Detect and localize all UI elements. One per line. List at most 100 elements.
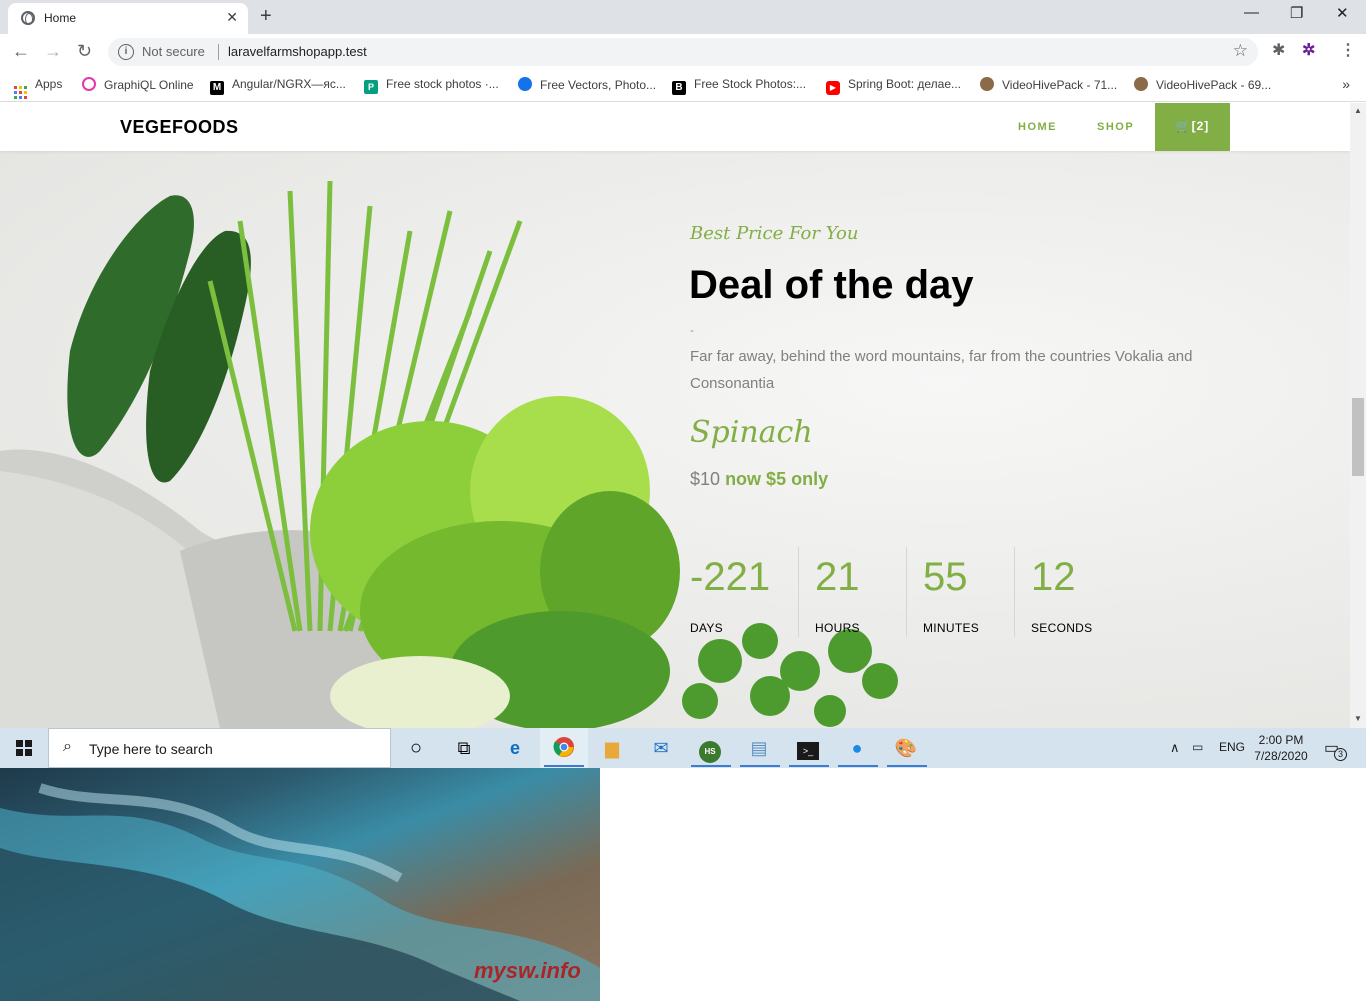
bookmark-label: Free stock photos ·...: [386, 77, 499, 91]
countdown-hours-value: 21: [815, 555, 860, 599]
postgresql-elephant-icon[interactable]: ●: [845, 736, 869, 760]
bookmark-label: Free Vectors, Photo...: [540, 78, 657, 92]
countdown-seconds-label: SECONDS: [1031, 621, 1093, 635]
price-old: $10: [690, 469, 721, 489]
mail-icon[interactable]: ✉: [649, 736, 673, 760]
videohive-icon: [980, 77, 994, 91]
scroll-down-arrow-icon[interactable]: ▼: [1354, 714, 1362, 723]
extensions-puzzle-icon[interactable]: ✱: [1272, 40, 1285, 60]
deal-of-the-day-section: Best Price For You Deal of the day - Far…: [0, 151, 1350, 728]
deal-price: $10 now $5 only: [690, 469, 828, 490]
new-tab-button[interactable]: +: [260, 5, 272, 28]
not-secure-label[interactable]: Not secure: [142, 44, 205, 59]
bookmark-label: Spring Boot: делае...: [848, 77, 962, 91]
scrollbar-thumb[interactable]: [1352, 398, 1364, 476]
cart-icon: 🛒: [1175, 119, 1192, 133]
cart-button[interactable]: 🛒[2]: [1155, 103, 1230, 151]
taskbar-clock[interactable]: 2:00 PM 7/28/2020: [1246, 732, 1316, 764]
countdown-divider: [1014, 547, 1015, 637]
screen: Home ✕ + — ❐ ✕ ← → ↻ i Not secure larave…: [0, 0, 1366, 1001]
scroll-up-arrow-icon[interactable]: ▲: [1354, 106, 1362, 115]
deal-headline: Deal of the day: [689, 263, 974, 307]
site-brand-logo[interactable]: VEGEFOODS: [120, 117, 239, 138]
watermark-text: mysw.info: [474, 958, 581, 983]
browser-toolbar: ← → ↻ i Not secure laravelfarmshopapp.te…: [0, 34, 1366, 70]
bookmark-angular-ngrx[interactable]: M Angular/NGRX—яс...: [210, 77, 346, 95]
windows-start-icon[interactable]: [16, 740, 32, 756]
cortana-icon[interactable]: ○: [404, 736, 428, 760]
price-new: now $5 only: [725, 469, 829, 489]
chrome-running-indicator: [544, 765, 584, 767]
cart-count: [2]: [1191, 119, 1210, 133]
back-arrow-icon[interactable]: ←: [12, 41, 30, 62]
search-icon: ⌕: [63, 738, 72, 755]
task-view-icon[interactable]: ⧉: [452, 736, 476, 760]
burst-icon: B: [672, 81, 686, 95]
omnibox-divider: [218, 44, 219, 60]
freepik-icon: [518, 77, 532, 91]
terminal-running-indicator: [789, 765, 829, 767]
bookmark-label: GraphiQL Online: [104, 78, 194, 92]
deal-description: Far far away, behind the word mountains,…: [690, 348, 1193, 392]
deal-product-name[interactable]: Spinach: [690, 415, 813, 450]
bookmark-graphiql[interactable]: GraphiQL Online: [82, 77, 194, 92]
reload-icon[interactable]: ↻: [77, 41, 92, 62]
deal-subheading: Best Price For You: [690, 223, 859, 244]
network-icon[interactable]: ▭: [1192, 740, 1203, 754]
globe-icon: [21, 11, 35, 25]
nav-link-home[interactable]: HOME: [1018, 121, 1057, 133]
countdown-hours: 21 HOURS: [815, 547, 905, 643]
bookmark-label: Apps: [35, 77, 63, 91]
heidisql-icon[interactable]: HS: [698, 736, 722, 763]
browser-tab-home[interactable]: Home ✕: [8, 3, 248, 34]
countdown-days: -221 DAYS: [690, 547, 795, 643]
url-text[interactable]: laravelfarmshopapp.test: [228, 44, 367, 59]
show-hidden-icons-chevron-icon[interactable]: ∧: [1170, 740, 1180, 756]
taskbar-search-box[interactable]: ⌕ Type here to search: [48, 728, 391, 768]
bookmark-label: VideoHivePack - 71...: [1002, 78, 1118, 92]
heading-divider: -: [690, 323, 694, 337]
close-tab-icon[interactable]: ✕: [226, 9, 238, 26]
graphql-icon: [82, 77, 96, 91]
minimize-window-icon[interactable]: —: [1244, 4, 1259, 21]
bookmark-videohivepack-69[interactable]: VideoHivePack - 69...: [1134, 77, 1271, 92]
bookmark-star-icon[interactable]: ☆: [1233, 41, 1248, 61]
site-navbar: VEGEFOODS HOME SHOP 🛒[2]: [0, 103, 1350, 151]
more-bookmarks-chevron-icon[interactable]: »: [1342, 76, 1350, 92]
language-indicator[interactable]: ENG: [1219, 740, 1245, 754]
forward-arrow-icon[interactable]: →: [44, 41, 62, 62]
profile-extension-icon[interactable]: ✲: [1302, 40, 1315, 60]
bookmark-label: VideoHivePack - 69...: [1156, 78, 1272, 92]
info-icon[interactable]: i: [118, 44, 134, 60]
countdown-seconds-value: 12: [1031, 555, 1076, 599]
bookmark-spring-boot[interactable]: ▶ Spring Boot: делае...: [826, 77, 961, 95]
pexels-icon: P: [364, 80, 378, 94]
address-bar[interactable]: i Not secure laravelfarmshopapp.test ☆: [108, 38, 1258, 66]
bookmark-pexels[interactable]: P Free stock photos ·...: [364, 77, 499, 94]
taskbar-search-placeholder: Type here to search: [89, 741, 213, 757]
medium-icon: M: [210, 81, 224, 95]
edge-browser-icon[interactable]: e: [503, 736, 527, 760]
bookmark-apps[interactable]: Apps: [14, 77, 62, 99]
page-scrollbar[interactable]: ▲ ▼: [1350, 103, 1366, 728]
bookmarks-bar: Apps GraphiQL Online M Angular/NGRX—яс...…: [0, 70, 1366, 102]
bookmark-videohivepack-71[interactable]: VideoHivePack - 71...: [980, 77, 1117, 92]
notepad-icon[interactable]: ▤: [747, 736, 771, 760]
countdown-minutes: 55 MINUTES: [923, 547, 1013, 643]
notepad-running-indicator: [740, 765, 780, 767]
clock-date: 7/28/2020: [1254, 749, 1308, 763]
clock-time: 2:00 PM: [1258, 733, 1304, 747]
countdown-days-label: DAYS: [690, 621, 723, 635]
file-explorer-icon[interactable]: ▆: [600, 736, 624, 760]
countdown-minutes-label: MINUTES: [923, 621, 980, 635]
chrome-icon[interactable]: [552, 736, 576, 760]
restore-window-icon[interactable]: ❐: [1290, 4, 1303, 22]
paint-palette-icon[interactable]: 🎨: [894, 736, 918, 760]
bookmark-burst[interactable]: B Free Stock Photos:...: [672, 77, 806, 95]
bookmark-freepik[interactable]: Free Vectors, Photo...: [518, 77, 656, 92]
terminal-icon[interactable]: >_: [796, 736, 820, 760]
countdown-divider: [798, 547, 799, 637]
chrome-menu-icon[interactable]: ⋮: [1340, 40, 1356, 60]
nav-link-shop[interactable]: SHOP: [1097, 121, 1134, 133]
close-window-icon[interactable]: ✕: [1336, 4, 1349, 22]
